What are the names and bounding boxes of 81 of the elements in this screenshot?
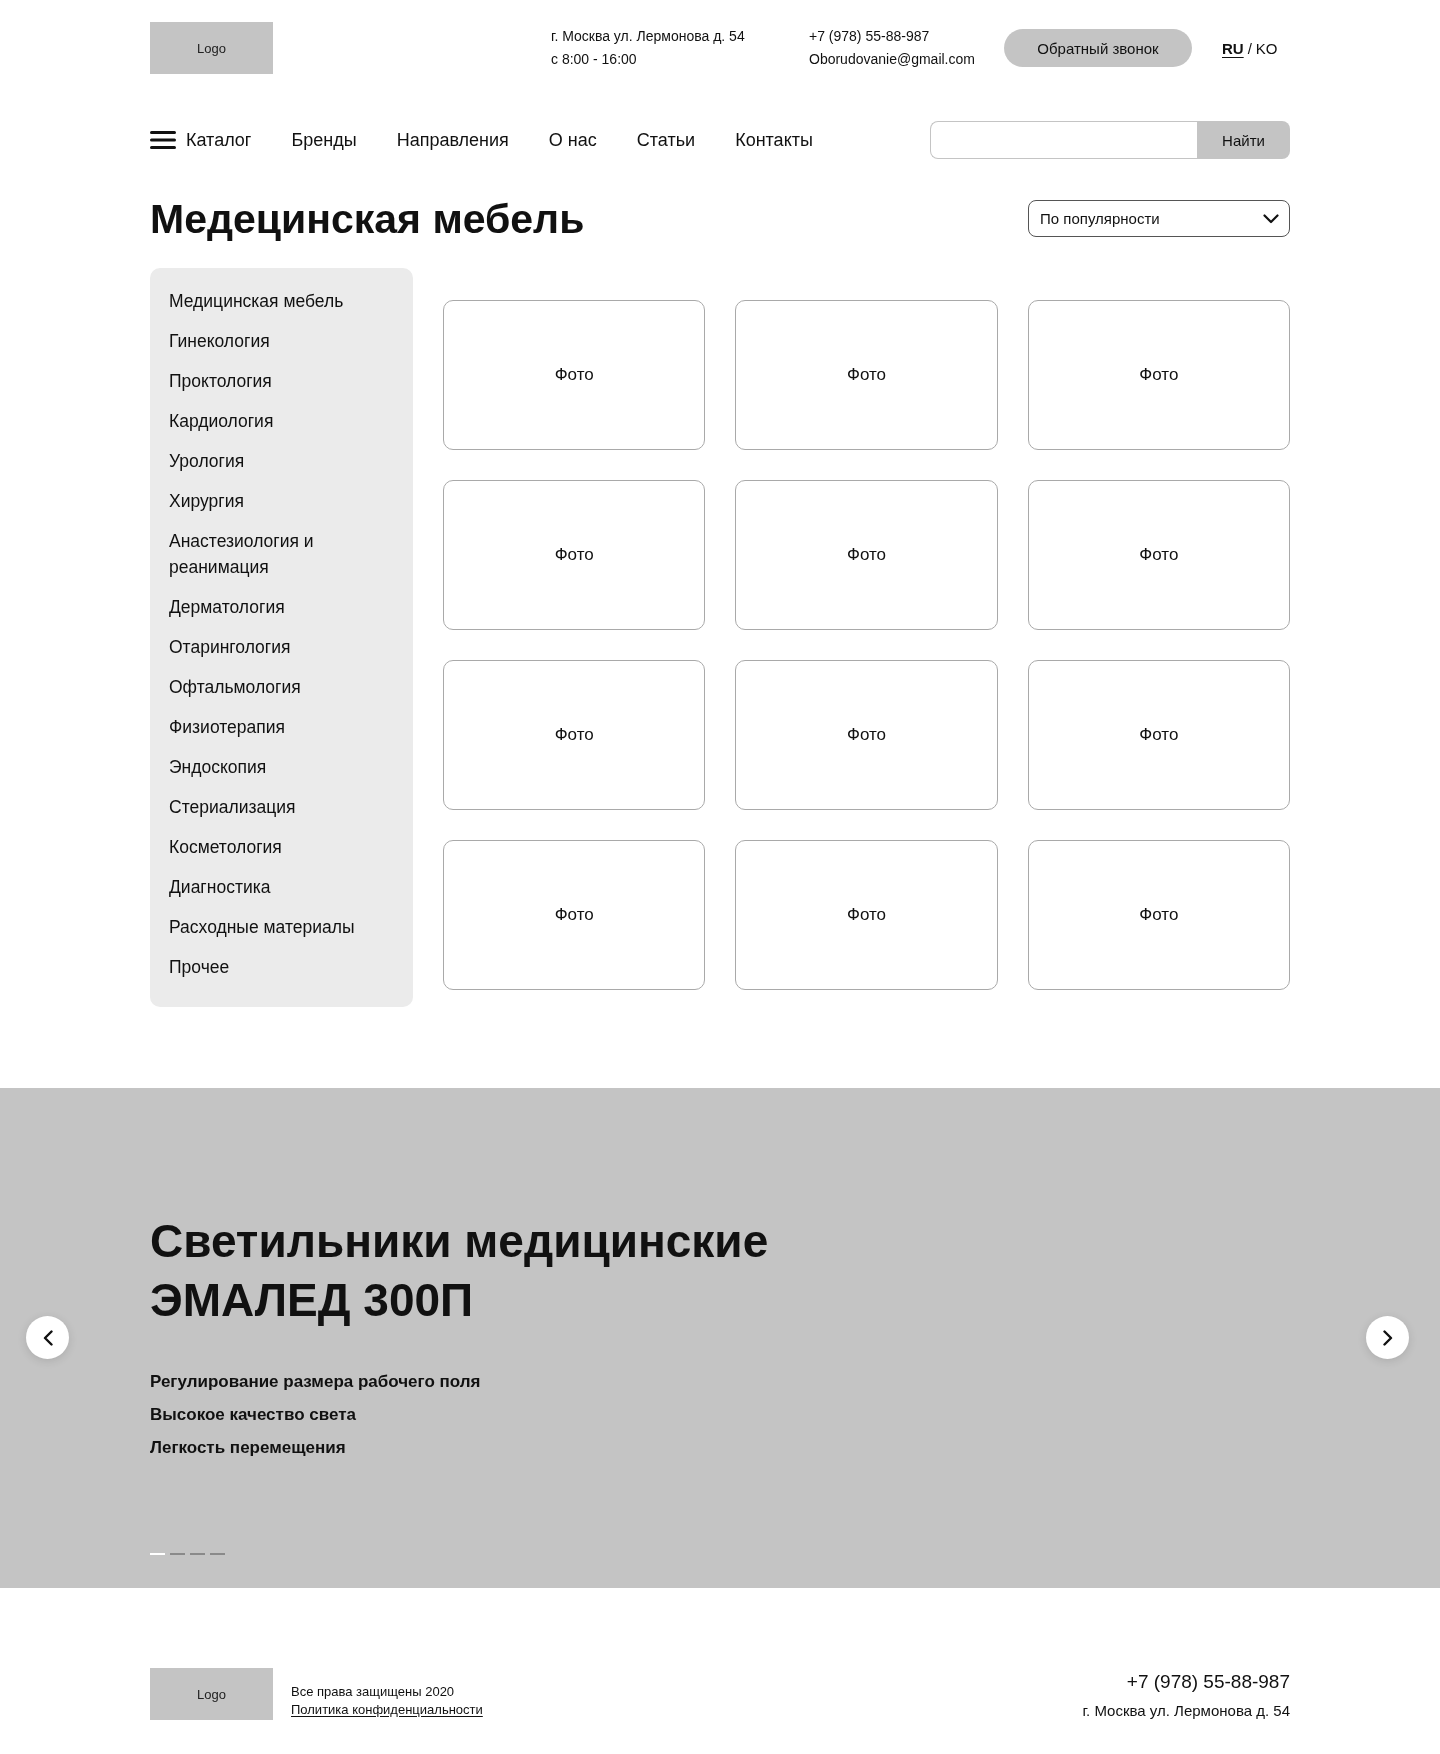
previous-slide-button[interactable] <box>26 1316 69 1359</box>
product-card[interactable]: Фото <box>735 480 998 630</box>
category-link[interactable]: Косметология <box>169 834 282 860</box>
product-card[interactable]: Фото <box>443 480 706 630</box>
search-button[interactable]: Найти <box>1197 121 1290 159</box>
photo-label: Фото <box>1139 545 1179 565</box>
product-card[interactable]: Фото <box>735 660 998 810</box>
product-card[interactable]: Фото <box>443 660 706 810</box>
category-link[interactable]: Медицинская мебель <box>169 288 344 314</box>
category-link[interactable]: Гинекология <box>169 328 270 354</box>
category-link[interactable]: Офтальмология <box>169 674 301 700</box>
language-link[interactable]: RU <box>1222 39 1244 57</box>
hours-text: с 8:00 - 16:00 <box>551 50 637 69</box>
address-text: г. Москва ул. Лермонова д. 54 <box>551 27 745 46</box>
photo-label: Фото <box>846 545 886 565</box>
nav-link[interactable]: Направления <box>396 129 509 151</box>
logo-text: Logo <box>197 1686 226 1702</box>
photo-label: Фото <box>1139 905 1179 925</box>
product-card[interactable]: Фото <box>1027 840 1290 990</box>
sort-dropdown[interactable]: По популярности <box>1028 200 1290 237</box>
nav-link[interactable]: О нас <box>548 129 597 151</box>
category-link[interactable]: Дерматология <box>169 594 285 620</box>
chevron-down-icon <box>1263 213 1279 224</box>
slide-indicator[interactable] <box>190 1553 205 1555</box>
nav-link[interactable]: Контакты <box>735 129 813 151</box>
phone-link[interactable]: +7 (978) 55-88-987 <box>809 25 930 48</box>
nav-link[interactable]: Статьи <box>636 129 696 151</box>
category-link[interactable]: Анастезиология и реанимация <box>169 528 379 580</box>
category-link[interactable]: Прочее <box>169 954 230 980</box>
category-link[interactable]: Проктология <box>169 368 272 394</box>
email-link[interactable]: Oborudovanie@gmail.com <box>809 48 975 71</box>
chevron-right-icon <box>1382 1329 1393 1346</box>
photo-label: Фото <box>554 365 594 385</box>
page-title: Медецинская мебель <box>150 195 585 242</box>
category-link[interactable]: Кардиология <box>169 408 274 434</box>
logo-placeholder[interactable]: Logo <box>150 1668 273 1720</box>
copyright-text: Все права защищены 2020 <box>291 1683 455 1701</box>
product-card[interactable]: Фото <box>1027 660 1290 810</box>
product-card[interactable]: Фото <box>443 300 706 450</box>
product-card[interactable]: Фото <box>1027 300 1290 450</box>
privacy-policy-link[interactable]: Политика конфиденциальности <box>291 1701 483 1719</box>
product-card[interactable]: Фото <box>735 840 998 990</box>
photo-label: Фото <box>554 545 594 565</box>
category-link[interactable]: Урология <box>169 448 245 474</box>
photo-label: Фото <box>846 725 886 745</box>
callback-button[interactable]: Обратный звонок <box>1004 29 1192 67</box>
feature-text: Высокое качество света <box>150 1404 356 1426</box>
photo-label: Фото <box>846 905 886 925</box>
photo-label: Фото <box>1139 365 1179 385</box>
nav-link[interactable]: Бренды <box>291 129 357 151</box>
logo-placeholder[interactable]: Logo <box>150 22 273 74</box>
product-card[interactable]: Фото <box>1027 480 1290 630</box>
slide-indicator[interactable] <box>170 1553 185 1555</box>
next-slide-button[interactable] <box>1366 1316 1409 1359</box>
photo-label: Фото <box>554 905 594 925</box>
catalog-menu-link[interactable]: Каталог <box>150 129 252 151</box>
product-card[interactable]: Фото <box>443 840 706 990</box>
feature-text: Легкость перемещения <box>150 1437 346 1459</box>
language-separator: / <box>1247 39 1252 57</box>
banner-title: Светильники медицинские ЭМАЛЕД 300П <box>150 1214 769 1328</box>
language-link[interactable]: KO <box>1255 39 1278 57</box>
product-card[interactable]: Фото <box>735 300 998 450</box>
slide-indicator[interactable] <box>210 1553 225 1555</box>
category-link[interactable]: Хирургия <box>169 488 244 514</box>
slide-indicator[interactable] <box>150 1553 165 1555</box>
category-link[interactable]: Эндоскопия <box>169 754 267 780</box>
search-field[interactable] <box>930 121 1197 159</box>
menu-icon <box>150 131 176 149</box>
phone-link[interactable]: +7 (978) 55-88-987 <box>1126 1668 1290 1696</box>
category-link[interactable]: Расходные материалы <box>169 914 355 940</box>
feature-text: Регулирование размера рабочего поля <box>150 1371 481 1393</box>
photo-label: Фото <box>846 365 886 385</box>
address-text: г. Москва ул. Лермонова д. 54 <box>1082 1701 1290 1721</box>
photo-label: Фото <box>554 725 594 745</box>
photo-label: Фото <box>1139 725 1179 745</box>
logo-text: Logo <box>197 40 226 56</box>
chevron-left-icon <box>42 1329 53 1346</box>
category-link[interactable]: Физиотерапия <box>169 714 285 740</box>
category-link[interactable]: Стериализация <box>169 794 296 820</box>
category-link[interactable]: Диагностика <box>169 874 271 900</box>
category-link[interactable]: Отарингология <box>169 634 291 660</box>
